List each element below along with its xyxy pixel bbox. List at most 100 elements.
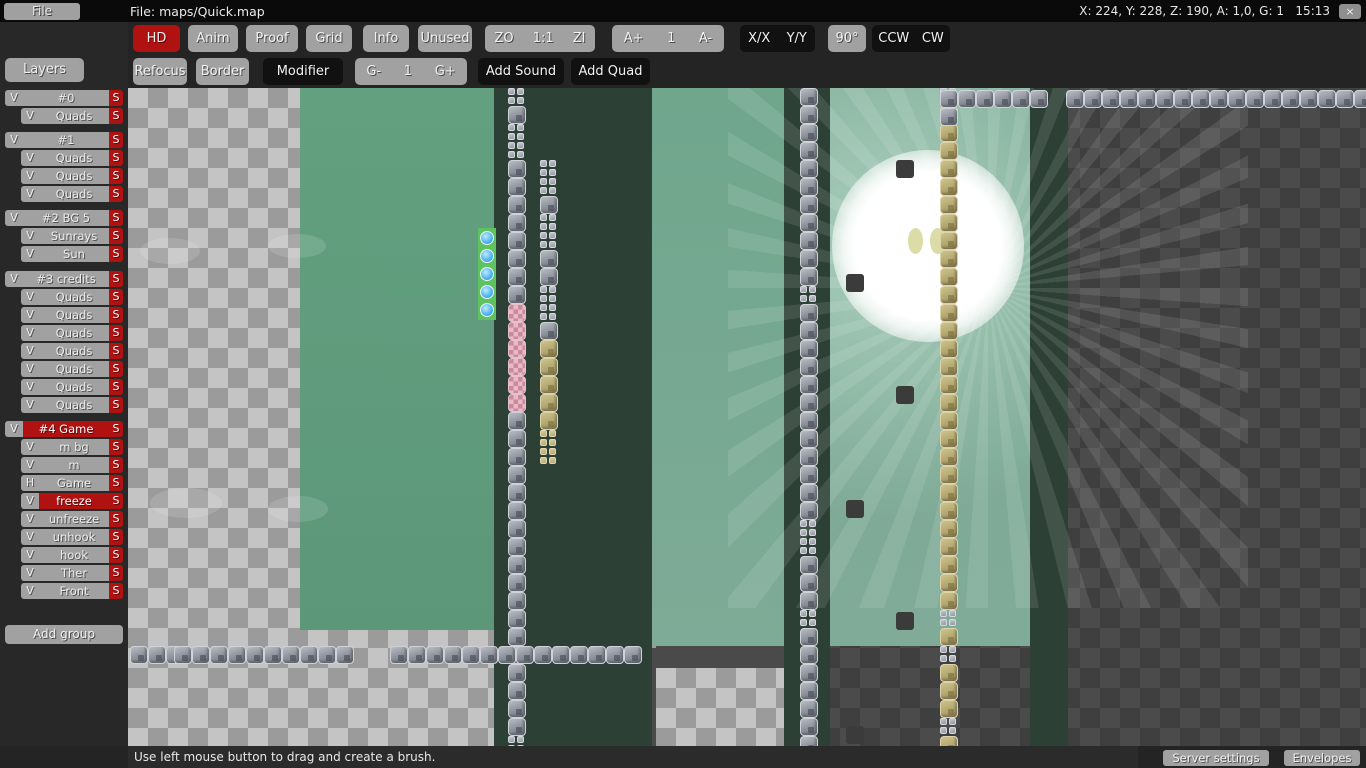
layer-row[interactable]: V#2 BG 5S [5,210,123,226]
layer-unfreeze[interactable]: unfreeze [39,511,109,527]
layer-row[interactable]: VFrontS [21,583,123,599]
layer-unhook[interactable]: unhook [39,529,109,545]
flip-y-button[interactable]: Y/Y [778,25,815,52]
layer-game[interactable]: Game [39,475,109,491]
layer-solo-toggle[interactable]: S [109,168,123,184]
layer-visibility-toggle[interactable]: V [21,325,39,341]
layer-row[interactable]: VSunS [21,246,123,262]
rotation-degrees-button[interactable]: 90° [828,25,866,52]
layer-quads[interactable]: Quads [39,379,109,395]
layer-row[interactable]: V#3 creditsS [5,271,123,287]
layer-visibility-toggle[interactable]: V [21,493,39,509]
layer-solo-toggle[interactable]: S [109,271,123,287]
layer-sunrays[interactable]: Sunrays [39,228,109,244]
layer-solo-toggle[interactable]: S [109,565,123,581]
layer-solo-toggle[interactable]: S [109,457,123,473]
layer-m-bg[interactable]: m bg [39,439,109,455]
layer-solo-toggle[interactable]: S [109,361,123,377]
layer-row[interactable]: VQuadsS [21,150,123,166]
close-icon[interactable]: × [1339,4,1361,19]
layer-quads[interactable]: Quads [39,307,109,323]
layer-solo-toggle[interactable]: S [109,421,123,437]
layer-row[interactable]: VQuadsS [21,108,123,124]
layer-solo-toggle[interactable]: S [109,246,123,262]
layer-solo-toggle[interactable]: S [109,439,123,455]
group-1[interactable]: #1 [23,132,109,148]
layer-quads[interactable]: Quads [39,150,109,166]
layer-front[interactable]: Front [39,583,109,599]
layer-visibility-toggle[interactable]: V [21,565,39,581]
layer-solo-toggle[interactable]: S [109,511,123,527]
zoom-out-button[interactable]: ZO [485,25,523,52]
layer-visibility-toggle[interactable]: V [21,379,39,395]
grid-minus-button[interactable]: G- [355,58,392,85]
layer-visibility-toggle[interactable]: V [5,271,23,287]
layer-ther[interactable]: Ther [39,565,109,581]
layer-row[interactable]: V#1S [5,132,123,148]
anim-faster-button[interactable]: A+ [612,25,655,52]
rotate-cw-button[interactable]: CW [916,25,950,52]
zoom-in-button[interactable]: ZI [563,25,595,52]
envelopes-button[interactable]: Envelopes [1284,750,1360,766]
group-3-credits[interactable]: #3 credits [23,271,109,287]
layer-visibility-toggle[interactable]: V [21,108,39,124]
anim-button[interactable]: Anim [188,25,238,52]
grid-button[interactable]: Grid [306,25,352,52]
layer-row[interactable]: Vm bgS [21,439,123,455]
layer-quads[interactable]: Quads [39,108,109,124]
layer-quads[interactable]: Quads [39,343,109,359]
layer-row[interactable]: VQuadsS [21,289,123,305]
layer-visibility-toggle[interactable]: V [21,343,39,359]
layer-solo-toggle[interactable]: S [109,583,123,599]
layer-row[interactable]: VQuadsS [21,168,123,184]
layer-row[interactable]: VunfreezeS [21,511,123,527]
layer-solo-toggle[interactable]: S [109,307,123,323]
layer-row[interactable]: VQuadsS [21,307,123,323]
layer-row[interactable]: HGameS [21,475,123,491]
map-canvas[interactable] [128,88,1366,746]
layer-m[interactable]: m [39,457,109,473]
refocus-button[interactable]: Refocus [133,58,187,85]
layer-visibility-toggle[interactable]: V [21,186,39,202]
layers-panel-title[interactable]: Layers [5,58,84,82]
layer-quads[interactable]: Quads [39,186,109,202]
layer-row[interactable]: VunhookS [21,529,123,545]
layer-solo-toggle[interactable]: S [109,475,123,491]
layer-visibility-toggle[interactable]: V [21,439,39,455]
info-button[interactable]: Info [363,25,409,52]
anim-slower-button[interactable]: A- [687,25,724,52]
grid-plus-button[interactable]: G+ [423,58,467,85]
group-2-bg5[interactable]: #2 BG 5 [23,210,109,226]
layer-solo-toggle[interactable]: S [109,343,123,359]
layer-solo-toggle[interactable]: S [109,379,123,395]
layer-visibility-toggle[interactable]: V [21,289,39,305]
layer-row[interactable]: VQuadsS [21,379,123,395]
layer-solo-toggle[interactable]: S [109,90,123,106]
layer-row[interactable]: VmS [21,457,123,473]
unused-button[interactable]: Unused [418,25,472,52]
rotate-ccw-button[interactable]: CCW [872,25,916,52]
layer-solo-toggle[interactable]: S [109,186,123,202]
layer-row[interactable]: VQuadsS [21,361,123,377]
layer-solo-toggle[interactable]: S [109,547,123,563]
layer-row[interactable]: V#0S [5,90,123,106]
layer-visibility-toggle[interactable]: V [21,228,39,244]
layer-solo-toggle[interactable]: S [109,210,123,226]
layer-quads[interactable]: Quads [39,325,109,341]
layer-visibility-toggle[interactable]: V [5,90,23,106]
layer-visibility-toggle[interactable]: V [21,168,39,184]
layer-solo-toggle[interactable]: S [109,289,123,305]
layer-solo-toggle[interactable]: S [109,529,123,545]
layer-row[interactable]: VhookS [21,547,123,563]
layer-solo-toggle[interactable]: S [109,228,123,244]
layer-sun[interactable]: Sun [39,246,109,262]
layer-freeze[interactable]: freeze [39,493,109,509]
layer-quads[interactable]: Quads [39,168,109,184]
add-sound-button[interactable]: Add Sound [478,58,564,85]
layer-visibility-toggle[interactable]: V [21,246,39,262]
layer-quads[interactable]: Quads [39,289,109,305]
layer-quads[interactable]: Quads [39,361,109,377]
layer-visibility-toggle[interactable]: V [5,132,23,148]
layer-visibility-toggle[interactable]: V [21,150,39,166]
border-button[interactable]: Border [196,58,249,85]
